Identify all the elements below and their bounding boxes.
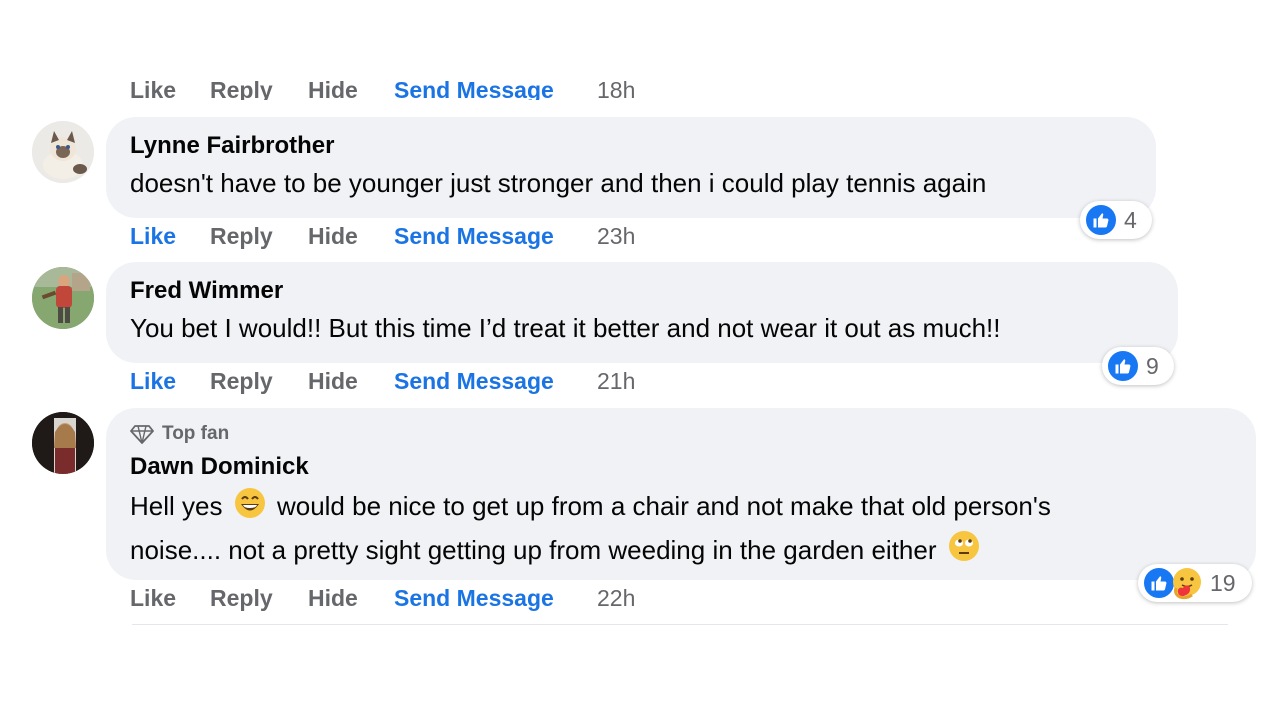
grinning-emoji-icon <box>234 487 266 530</box>
comment-author[interactable]: Fred Wimmer <box>130 276 1154 306</box>
hide-button[interactable]: Hide <box>308 223 394 250</box>
comment-author[interactable]: Lynne Fairbrother <box>130 131 1132 161</box>
comment-author[interactable]: Dawn Dominick <box>130 452 1232 482</box>
like-button[interactable]: Like <box>130 585 210 612</box>
like-button[interactable]: Like <box>130 78 210 100</box>
send-message-button[interactable]: Send Message <box>394 78 597 100</box>
comment-bubble: Fred Wimmer You bet I would!! But this t… <box>106 262 1178 363</box>
comment-text-part: noise.... not a pretty sight getting up … <box>130 534 937 565</box>
avatar-person-image <box>32 267 94 329</box>
reply-button[interactable]: Reply <box>210 78 308 100</box>
comment-timestamp[interactable]: 22h <box>597 585 635 612</box>
reply-button[interactable]: Reply <box>210 368 308 395</box>
comment-actions: Like Reply Hide Send Message 23h <box>130 221 635 251</box>
eye-roll-emoji-icon <box>948 530 980 573</box>
reaction-summary[interactable]: 9 <box>1102 347 1174 385</box>
comment-bubble: Top fan Dawn Dominick Hell yes would be … <box>106 408 1256 580</box>
reaction-count: 19 <box>1210 569 1236 596</box>
previous-comment-actions: Like Reply Hide Send Message 18h <box>0 78 1280 100</box>
send-message-button[interactable]: Send Message <box>394 368 597 395</box>
reaction-count: 4 <box>1124 206 1137 233</box>
comment-bubble: Lynne Fairbrother doesn't have to be you… <box>106 117 1156 218</box>
thumbs-up-icon <box>1106 349 1140 383</box>
hide-button[interactable]: Hide <box>308 78 394 100</box>
avatar[interactable] <box>32 121 94 183</box>
comment-timestamp[interactable]: 18h <box>597 78 635 100</box>
comments-section: Like Reply Hide Send Message 18h Lynne F… <box>0 0 1280 720</box>
comment-text: doesn't have to be younger just stronger… <box>130 168 987 198</box>
avatar-cat-image <box>32 121 94 183</box>
avatar[interactable] <box>32 412 94 474</box>
comment-text-part: would be nice to get up from a chair and… <box>276 491 1051 521</box>
reply-button[interactable]: Reply <box>210 585 308 612</box>
diamond-icon <box>130 425 154 444</box>
top-fan-badge: Top fan <box>130 420 1232 448</box>
comment-actions: Like Reply Hide Send Message 21h <box>130 366 635 396</box>
comment-actions: Like Reply Hide Send Message 22h <box>130 583 635 613</box>
avatar[interactable] <box>32 267 94 329</box>
comment-timestamp[interactable]: 23h <box>597 223 635 250</box>
comment-text: Hell yes would be nice to get up from a … <box>130 486 1232 573</box>
reaction-summary[interactable]: 4 <box>1080 201 1152 239</box>
comment-timestamp[interactable]: 21h <box>597 368 635 395</box>
comment-text-part: Hell yes <box>130 491 223 521</box>
comment-text: You bet I would!! But this time I’d trea… <box>130 313 1001 343</box>
send-message-button[interactable]: Send Message <box>394 585 597 612</box>
thumbs-up-icon <box>1084 203 1118 237</box>
top-fan-label: Top fan <box>162 423 230 444</box>
reaction-count: 9 <box>1146 352 1159 379</box>
reaction-summary[interactable]: 19 <box>1138 564 1252 602</box>
like-button[interactable]: Like <box>130 368 210 395</box>
like-button[interactable]: Like <box>130 223 210 250</box>
hide-button[interactable]: Hide <box>308 585 394 612</box>
avatar-person-image <box>32 412 94 474</box>
hide-button[interactable]: Hide <box>308 368 394 395</box>
reply-button[interactable]: Reply <box>210 223 308 250</box>
section-divider <box>132 624 1228 625</box>
send-message-button[interactable]: Send Message <box>394 223 597 250</box>
care-reaction-icon <box>1170 566 1204 600</box>
